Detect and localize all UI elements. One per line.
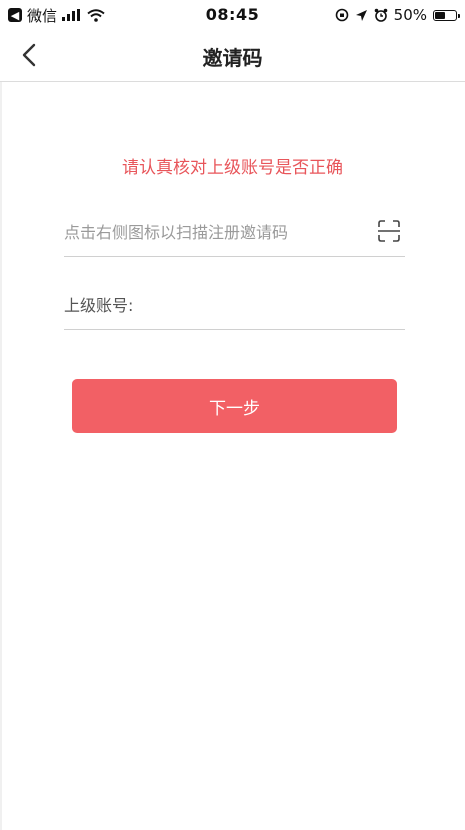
status-bar: ◀ 微信 08:45 50% [0,0,465,30]
invite-code-field [64,210,405,257]
scan-icon[interactable] [377,219,401,243]
verify-notice: 请认真核对上级账号是否正确 [122,158,343,178]
location-icon [355,9,367,21]
parent-account-field: 上级账号: [64,283,405,330]
invite-code-input[interactable] [64,219,364,245]
battery-fill [435,11,445,19]
frame-edge [0,82,2,830]
alarm-icon [374,8,387,22]
battery-icon [433,9,460,21]
battery-percent: 50% [393,6,427,24]
nav-bar: 邀请码 [0,30,465,82]
parent-account-label: 上级账号: [64,296,134,315]
next-step-button[interactable]: 下一步 [72,379,397,433]
rotation-lock-icon [335,8,348,22]
page-title: 邀请码 [202,46,263,70]
